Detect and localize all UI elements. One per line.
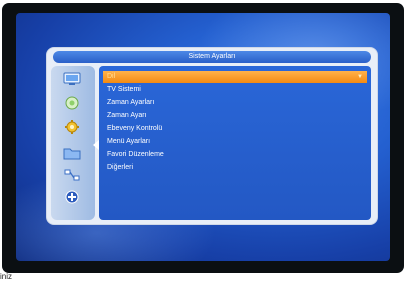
menu-item-label: TV Sistemi xyxy=(107,86,141,93)
settings-menu: Dil ▼ TV Sistemi Zaman Ayarları Zaman Ay… xyxy=(99,66,371,220)
menu-item-others[interactable]: Diğerleri xyxy=(103,162,367,174)
disc-icon[interactable] xyxy=(62,96,82,110)
menu-item-label: Zaman Ayarları xyxy=(107,99,155,106)
menu-item-tv-system[interactable]: TV Sistemi xyxy=(103,84,367,96)
menu-item-label: Zaman Ayarı xyxy=(107,112,147,119)
network-icon[interactable] xyxy=(62,168,82,182)
chevron-down-icon: ▼ xyxy=(357,74,363,80)
system-settings-dialog: Sistem Ayarları Dil ▼ TV Sistemi Zaman A… xyxy=(46,47,378,225)
tv-screen: Sistem Ayarları Dil ▼ TV Sistemi Zaman A… xyxy=(16,13,390,261)
menu-item-language[interactable]: Dil ▼ xyxy=(103,71,367,83)
menu-item-menu-settings[interactable]: Menü Ayarları xyxy=(103,136,367,148)
menu-item-label: Dil xyxy=(107,73,116,80)
menu-item-label: Menü Ayarları xyxy=(107,138,151,145)
menu-item-time-settings[interactable]: Zaman Ayarları xyxy=(103,97,367,109)
tv-screen-icon[interactable] xyxy=(62,72,82,86)
folder-icon[interactable] xyxy=(62,146,82,160)
menu-item-favorite-edit[interactable]: Favori Düzenleme xyxy=(103,149,367,161)
category-sidebar xyxy=(51,66,95,220)
menu-item-parental-control[interactable]: Ebeveny Kontrolü xyxy=(103,123,367,135)
dialog-title: Sistem Ayarları xyxy=(53,51,371,63)
menu-item-label: Favori Düzenleme xyxy=(107,151,164,158)
gear-icon[interactable] xyxy=(62,120,82,134)
page-footer-text: iniz xyxy=(0,272,13,281)
menu-item-label: Ebeveny Kontrolü xyxy=(107,125,163,132)
plus-icon[interactable] xyxy=(62,190,82,204)
menu-item-label: Diğerleri xyxy=(107,164,134,171)
menu-item-time-setting[interactable]: Zaman Ayarı xyxy=(103,110,367,122)
